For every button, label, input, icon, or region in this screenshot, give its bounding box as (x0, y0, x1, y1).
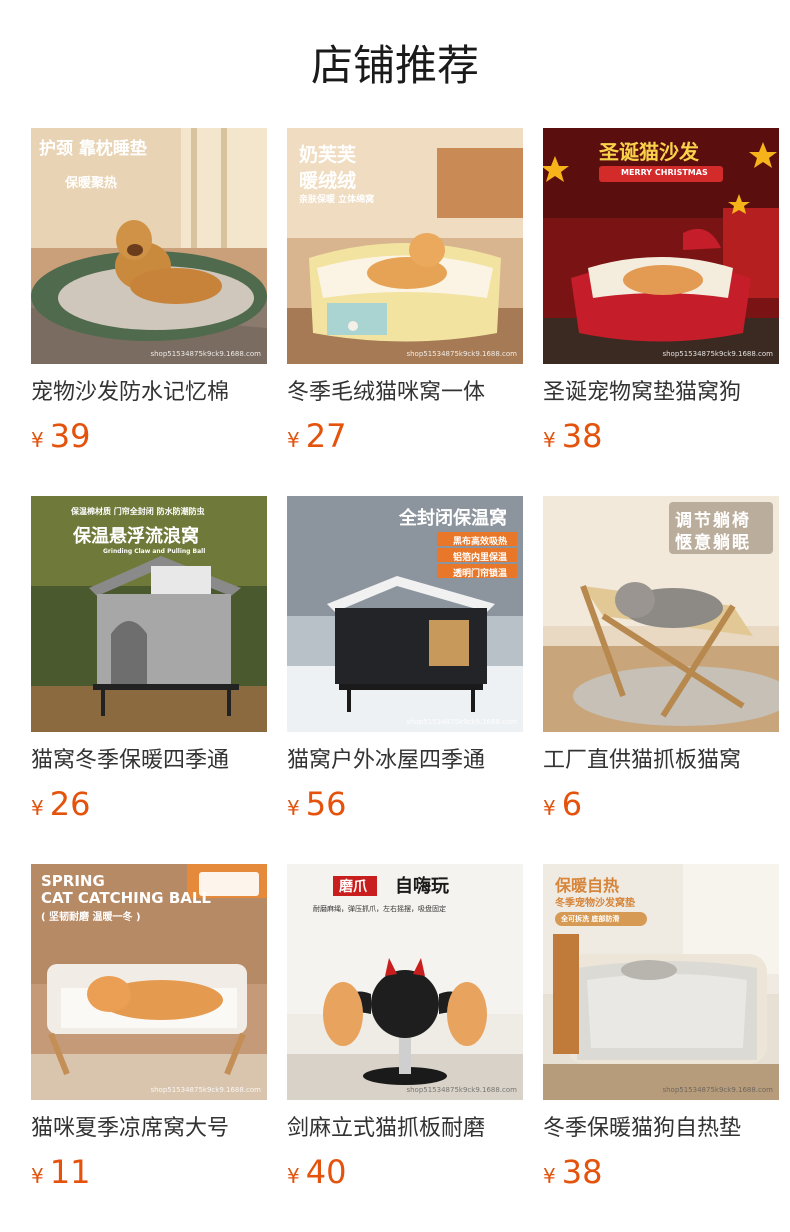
banner-text: 保暖聚热 (65, 176, 118, 191)
product-card[interactable]: SPRING CAT CATCHING BALL ( 坚韧耐磨 温暖一冬 ) s… (31, 864, 267, 1232)
product-card[interactable]: 调节躺椅 惬意躺眠 工厂直供猫抓板猫窝 ¥6 (543, 496, 779, 864)
banner-text: 保温棉材质 门帘全封闭 防水防潮防虫 (71, 507, 205, 516)
banner-text: 耐磨麻绳，弹压抓爪，左右摇摆，吸盘固定 (313, 905, 446, 913)
banner-text: MERRY CHRISTMAS (621, 168, 708, 177)
banner-text: 透明门帘锁温 (453, 569, 508, 579)
banner-text: 圣诞猫沙发 (599, 140, 699, 164)
currency-symbol: ¥ (543, 1164, 556, 1188)
christmas-cat-sofa-image: 圣诞猫沙发 MERRY CHRISTMAS shop51534875k9ck9.… (543, 128, 779, 364)
currency-symbol: ¥ (287, 428, 300, 452)
product-price: ¥56 (287, 780, 346, 828)
currency-symbol: ¥ (31, 428, 44, 452)
banner-text: SPRING (41, 872, 105, 890)
banner-text: 全封闭保温窝 (399, 508, 507, 529)
banner-text: 暖绒绒 (299, 170, 357, 192)
banner-text: 自嗨玩 (395, 876, 449, 897)
product-card[interactable]: 圣诞猫沙发 MERRY CHRISTMAS shop51534875k9ck9.… (543, 128, 779, 496)
product-price: ¥38 (543, 412, 602, 460)
price-amount: 39 (49, 417, 91, 455)
product-name: 冬季保暖猫狗自热垫 (543, 1116, 742, 1141)
price-amount: 6 (561, 785, 583, 823)
cat-lounge-chair-image: 调节躺椅 惬意躺眠 (543, 496, 779, 732)
banner-text: 磨爪 (339, 879, 367, 895)
watermark: shop51534875k9ck9.1688.com (662, 1086, 773, 1094)
product-price: ¥27 (287, 412, 346, 460)
banner-text: 保温悬浮流浪窝 (73, 526, 199, 547)
product-grid: 护颈 靠枕睡垫 保暖聚热 shop51534875k9ck9.1688.com … (31, 128, 779, 1232)
banner-text: 黑布高效吸热 (453, 537, 508, 547)
banner-text: 奶芙芙 (299, 144, 357, 166)
banner-text: Grinding Claw and Pulling Ball (103, 548, 206, 555)
product-name: 冬季毛绒猫咪窝一体 (287, 380, 486, 405)
watermark: shop51534875k9ck9.1688.com (406, 1086, 517, 1094)
watermark: shop51534875k9ck9.1688.com (150, 350, 261, 358)
product-card[interactable]: 全封闭保温窝 黑布高效吸热 铝箔内里保温 透明门帘锁温 shop51534875… (287, 496, 523, 864)
product-card[interactable]: 护颈 靠枕睡垫 保暖聚热 shop51534875k9ck9.1688.com … (31, 128, 267, 496)
product-price: ¥38 (543, 1148, 602, 1196)
product-price: ¥26 (31, 780, 90, 828)
snow-cat-house-image: 全封闭保温窝 黑布高效吸热 铝箔内里保温 透明门帘锁温 shop51534875… (287, 496, 523, 732)
product-name: 猫窝户外冰屋四季通 (287, 748, 486, 773)
cat-plush-bed-image: 奶芙芙 暖绒绒 亲肤保暖 立体绵窝 shop51534875k9ck9.1688… (287, 128, 523, 364)
product-card[interactable]: 保暖自热 冬季宠物沙发窝垫 全可拆洗 底部防滑 shop51534875k9ck… (543, 864, 779, 1232)
price-amount: 26 (49, 785, 91, 823)
price-amount: 27 (305, 417, 347, 455)
banner-text: ( 坚韧耐磨 温暖一冬 ) (41, 912, 141, 923)
product-card[interactable]: 奶芙芙 暖绒绒 亲肤保暖 立体绵窝 shop51534875k9ck9.1688… (287, 128, 523, 496)
price-amount: 40 (305, 1153, 347, 1191)
product-price: ¥39 (31, 412, 90, 460)
currency-symbol: ¥ (543, 796, 556, 820)
product-price: ¥40 (287, 1148, 346, 1196)
product-card[interactable]: 保温棉材质 门帘全封闭 防水防潮防虫 保温悬浮流浪窝 Grinding Claw… (31, 496, 267, 864)
watermark: shop51534875k9ck9.1688.com (662, 350, 773, 358)
banner-text: 惬意躺眠 (675, 533, 751, 553)
dog-sofa-bed-image: 护颈 靠枕睡垫 保暖聚热 shop51534875k9ck9.1688.com (31, 128, 267, 364)
product-name: 工厂直供猫抓板猫窝 (543, 748, 742, 773)
outdoor-cat-house-image: 保温棉材质 门帘全封闭 防水防潮防虫 保温悬浮流浪窝 Grinding Claw… (31, 496, 267, 732)
currency-symbol: ¥ (31, 796, 44, 820)
product-name: 圣诞宠物窝垫猫窝狗 (543, 380, 742, 405)
banner-text: 冬季宠物沙发窝垫 (555, 898, 635, 909)
banner-text: 护颈 靠枕睡垫 (39, 139, 147, 159)
banner-text: 亲肤保暖 立体绵窝 (299, 195, 375, 205)
page-title: 店铺推荐 (310, 41, 479, 90)
product-name: 剑麻立式猫抓板耐磨 (287, 1116, 486, 1141)
price-amount: 38 (561, 417, 603, 455)
banner-text: 全可拆洗 底部防滑 (561, 915, 620, 923)
watermark: shop51534875k9ck9.1688.com (406, 350, 517, 358)
cat-summer-bed-image: SPRING CAT CATCHING BALL ( 坚韧耐磨 温暖一冬 ) s… (31, 864, 267, 1100)
currency-symbol: ¥ (543, 428, 556, 452)
banner-text: 保暖自热 (555, 876, 620, 895)
banner-text: CAT CATCHING BALL (41, 889, 211, 907)
product-name: 宠物沙发防水记忆棉 (31, 380, 230, 405)
self-heating-pad-image: 保暖自热 冬季宠物沙发窝垫 全可拆洗 底部防滑 shop51534875k9ck… (543, 864, 779, 1100)
price-amount: 56 (305, 785, 347, 823)
price-amount: 11 (49, 1153, 91, 1191)
product-price: ¥11 (31, 1148, 90, 1196)
product-card[interactable]: 磨爪 自嗨玩 耐磨麻绳，弹压抓爪，左右摇摆，吸盘固定 shop51534875k… (287, 864, 523, 1232)
currency-symbol: ¥ (31, 1164, 44, 1188)
watermark: shop51534875k9ck9.1688.com (150, 1086, 261, 1094)
price-amount: 38 (561, 1153, 603, 1191)
product-name: 猫窝冬季保暖四季通 (31, 748, 230, 773)
banner-text: 铝箔内里保温 (453, 553, 508, 563)
sisal-scratcher-ball-image: 磨爪 自嗨玩 耐磨麻绳，弹压抓爪，左右摇摆，吸盘固定 shop51534875k… (287, 864, 523, 1100)
currency-symbol: ¥ (287, 1164, 300, 1188)
product-name: 猫咪夏季凉席窝大号 (31, 1116, 230, 1141)
currency-symbol: ¥ (287, 796, 300, 820)
product-price: ¥6 (543, 780, 582, 828)
watermark: shop51534875k9ck9.1688.com (406, 718, 517, 726)
